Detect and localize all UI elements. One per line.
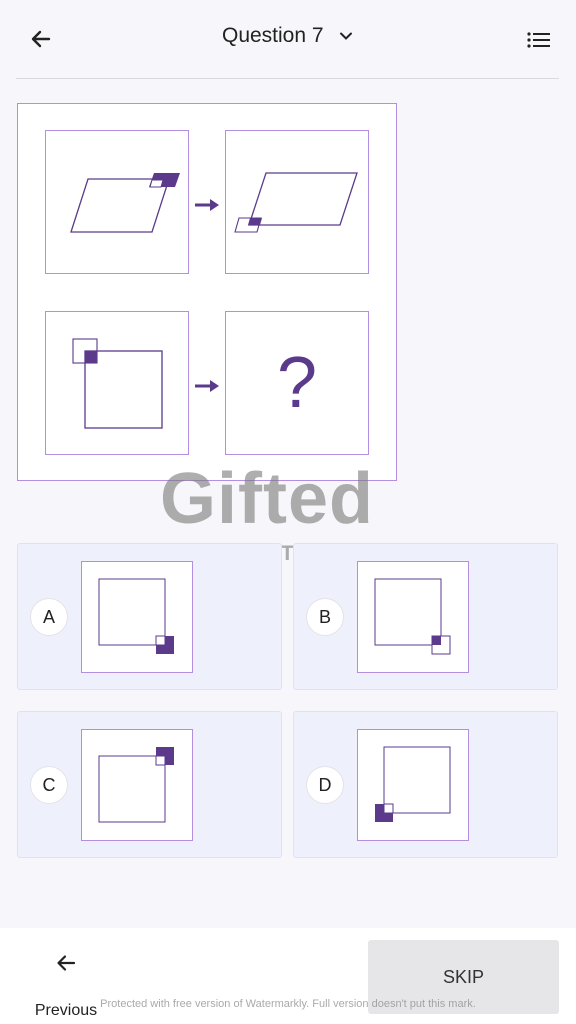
option-figure xyxy=(81,729,193,841)
answer-option-d[interactable]: D xyxy=(293,711,558,858)
option-letter: C xyxy=(30,766,68,804)
list-icon xyxy=(527,32,550,48)
header-divider xyxy=(16,78,559,79)
figure-pair2-source xyxy=(45,311,189,455)
arrow-left-icon xyxy=(57,955,76,971)
figure-pair2-answer-slot: ? xyxy=(225,311,369,455)
option-figure xyxy=(81,561,193,673)
answer-option-a[interactable]: A xyxy=(17,543,282,690)
option-figure xyxy=(357,561,469,673)
question-selector[interactable]: Question 7 xyxy=(0,24,576,48)
chevron-down-icon xyxy=(340,32,353,40)
question-list-button[interactable] xyxy=(526,30,552,50)
option-letter: A xyxy=(30,598,68,636)
option-letter: D xyxy=(306,766,344,804)
figure-pair1-source xyxy=(45,130,189,274)
page-title: Question 7 xyxy=(221,24,324,47)
option-figure xyxy=(357,729,469,841)
arrow-right-icon xyxy=(195,199,219,211)
question-figure-panel: ? xyxy=(17,103,397,481)
arrow-right-icon xyxy=(195,380,219,392)
parallelogram-figure xyxy=(70,173,180,233)
question-mark: ? xyxy=(276,343,318,423)
answer-option-c[interactable]: C xyxy=(17,711,282,858)
figure-pair1-result xyxy=(225,130,369,274)
parallelogram-figure xyxy=(234,172,358,233)
option-letter: B xyxy=(306,598,344,636)
answer-option-b[interactable]: B xyxy=(293,543,558,690)
header: Question 7 xyxy=(0,0,576,78)
watermark-notice: Protected with free version of Watermark… xyxy=(100,998,476,1010)
square-figure xyxy=(72,338,163,429)
